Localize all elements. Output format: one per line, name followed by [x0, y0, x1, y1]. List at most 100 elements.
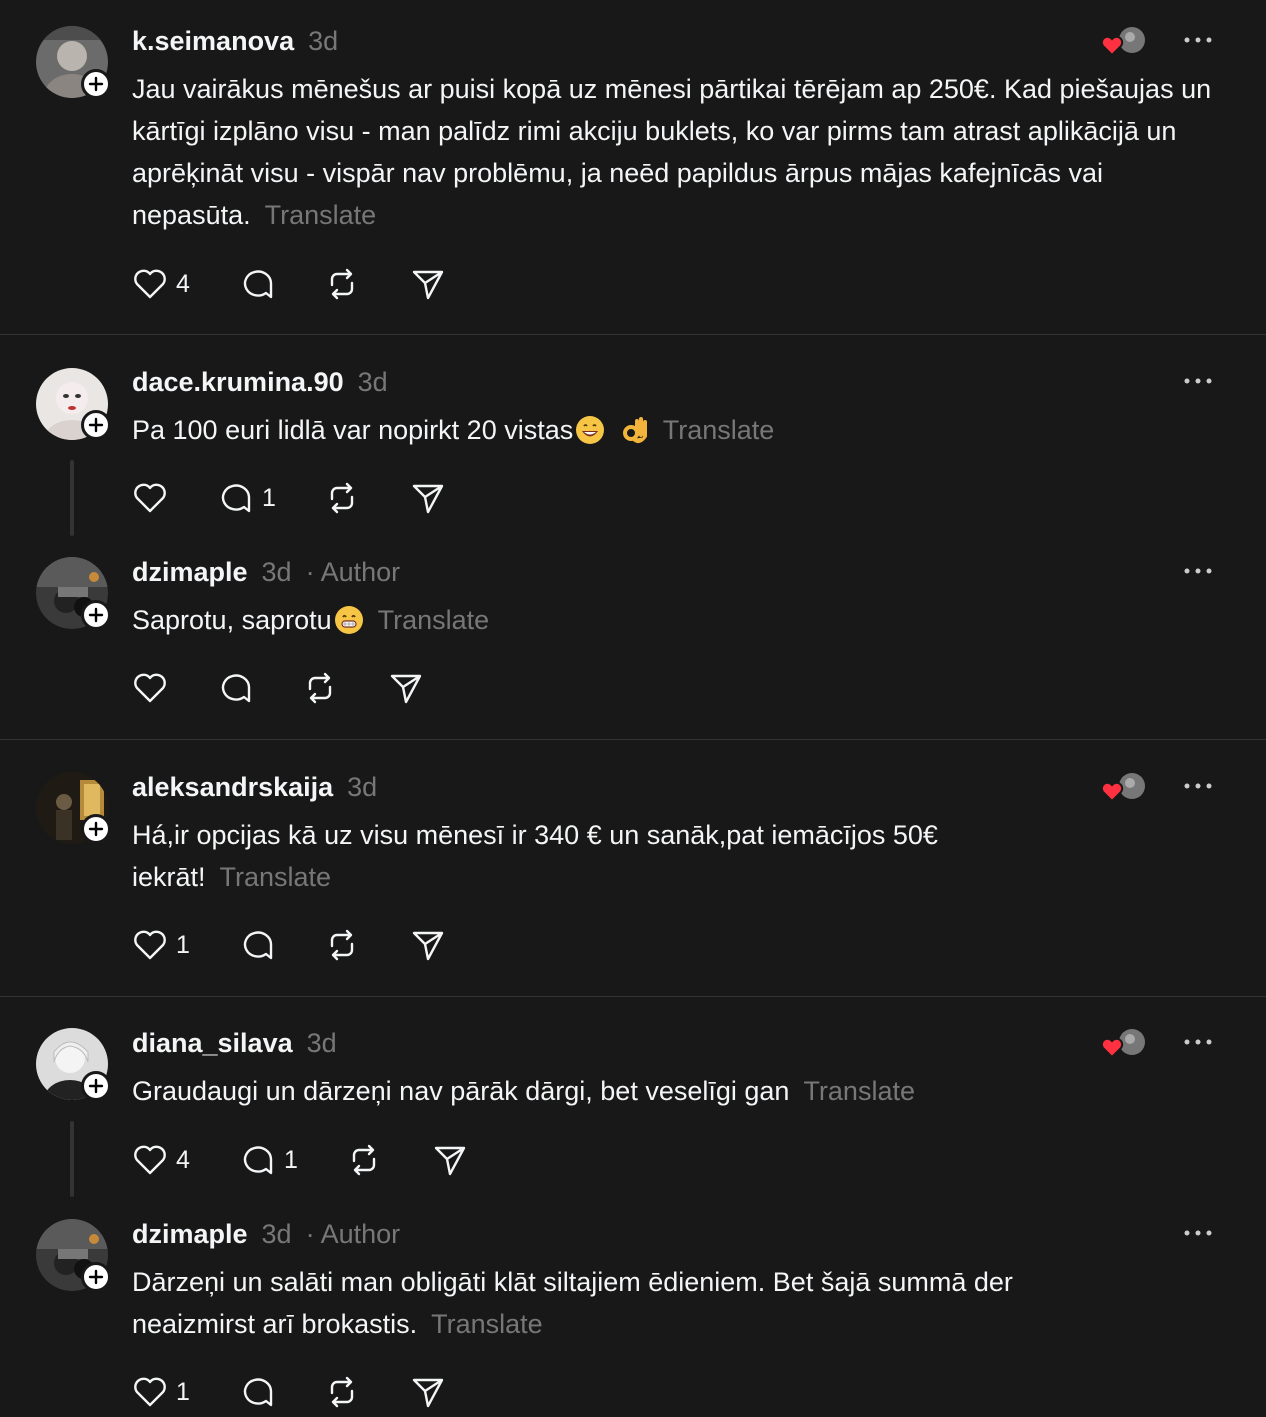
timestamp[interactable]: 3d — [308, 26, 338, 56]
repost-button[interactable] — [302, 670, 338, 706]
like-count: 4 — [176, 269, 190, 298]
like-button[interactable]: 4 — [132, 1142, 190, 1178]
username-row: aleksandrskaija 3d — [132, 772, 377, 803]
author-liked-indicator — [1100, 770, 1150, 804]
comment-icon — [243, 1146, 273, 1175]
repost-icon — [330, 1376, 354, 1408]
comment-button[interactable] — [240, 927, 276, 963]
heart-icon — [134, 930, 166, 960]
repost-icon — [330, 268, 354, 300]
post: dzimaple 3d · Author Dārzeņi un salāti man… — [0, 1197, 1266, 1417]
post: diana_silava 3d Graudaugi un dārzeņi nav … — [0, 997, 1266, 1197]
follow-plus-icon[interactable] — [81, 1071, 111, 1101]
post-text-content: Pa 100 euri lidlā var nopirkt 20 vistas — [132, 415, 574, 445]
username-row: dace.krumina.90 3d — [132, 367, 388, 398]
post-text: Pa 100 euri lidlā var nopirkt 20 vistas … — [132, 409, 1222, 457]
comment-button[interactable]: 1 — [218, 480, 276, 516]
author-badge: · Author — [305, 557, 401, 587]
timestamp[interactable]: 3d — [347, 772, 377, 802]
share-button[interactable] — [410, 1374, 446, 1410]
like-button[interactable] — [132, 480, 168, 516]
more-icon[interactable] — [1182, 1030, 1214, 1059]
share-button[interactable] — [410, 266, 446, 302]
like-button[interactable] — [132, 670, 168, 706]
timestamp[interactable]: 3d — [307, 1028, 337, 1058]
username[interactable]: aleksandrskaija — [132, 772, 333, 802]
more-icon[interactable] — [1182, 369, 1214, 398]
like-button[interactable]: 4 — [132, 266, 190, 302]
share-icon — [412, 270, 444, 300]
timestamp[interactable]: 3d — [262, 1219, 292, 1249]
follow-plus-icon[interactable] — [81, 410, 111, 440]
share-button[interactable] — [388, 670, 424, 706]
post-text-content: Dārzeņi un salāti man obligāti klāt silt… — [132, 1267, 1013, 1339]
more-icon[interactable] — [1182, 559, 1214, 588]
comment-button[interactable]: 1 — [240, 1142, 298, 1178]
share-icon — [412, 484, 444, 514]
translate-link[interactable]: Translate — [265, 200, 377, 230]
share-icon — [434, 1146, 466, 1176]
follow-plus-icon[interactable] — [81, 69, 111, 99]
repost-icon — [308, 672, 332, 704]
post: dzimaple 3d · Author Saprotu, saprotu Trans… — [0, 535, 1266, 738]
like-button[interactable]: 1 — [132, 927, 190, 963]
share-button[interactable] — [410, 480, 446, 516]
translate-link[interactable]: Translate — [663, 415, 775, 445]
share-icon — [390, 674, 422, 704]
username-row: diana_silava 3d — [132, 1028, 337, 1059]
post-text: Graudaugi un dārzeņi nav pārāk dārgi, be… — [132, 1070, 1222, 1112]
share-button[interactable] — [432, 1142, 468, 1178]
heart-icon — [134, 1145, 166, 1175]
heart-icon — [134, 1377, 166, 1407]
follow-plus-icon[interactable] — [81, 1262, 111, 1292]
comment-icon — [221, 484, 251, 513]
more-icon[interactable] — [1182, 1221, 1214, 1250]
username[interactable]: dzimaple — [132, 1219, 248, 1249]
thread-line — [70, 1121, 74, 1197]
translate-link[interactable]: Translate — [378, 605, 490, 635]
translate-link[interactable]: Translate — [431, 1309, 543, 1339]
repost-button[interactable] — [324, 480, 360, 516]
more-icon[interactable] — [1182, 28, 1214, 57]
comment-button[interactable] — [240, 266, 276, 302]
username[interactable]: dzimaple — [132, 557, 248, 587]
more-icon[interactable] — [1182, 774, 1214, 803]
repost-icon — [352, 1144, 376, 1176]
username[interactable]: dace.krumina.90 — [132, 367, 344, 397]
author-liked-indicator — [1100, 1026, 1150, 1060]
username[interactable]: diana_silava — [132, 1028, 293, 1058]
translate-link[interactable]: Translate — [220, 862, 332, 892]
timestamp[interactable]: 3d — [358, 367, 388, 397]
reply-count: 1 — [284, 1145, 298, 1174]
like-count: 1 — [176, 930, 190, 959]
translate-link[interactable]: Translate — [803, 1076, 915, 1106]
comment-icon — [243, 1378, 273, 1407]
post-text: Saprotu, saprotu Translate — [132, 599, 1222, 647]
like-count: 1 — [176, 1377, 190, 1406]
reply-count: 1 — [262, 483, 276, 512]
comment-icon — [221, 674, 251, 703]
username-row: dzimaple 3d · Author — [132, 1219, 400, 1250]
comment-button[interactable] — [218, 670, 254, 706]
repost-button[interactable] — [324, 927, 360, 963]
timestamp[interactable]: 3d — [262, 557, 292, 587]
comment-button[interactable] — [240, 1374, 276, 1410]
share-button[interactable] — [410, 927, 446, 963]
heart-icon — [134, 673, 166, 703]
like-button[interactable]: 1 — [132, 1374, 190, 1410]
repost-button[interactable] — [324, 1374, 360, 1410]
post-text-content: Graudaugi un dārzeņi nav pārāk dārgi, be… — [132, 1076, 790, 1106]
heart-icon — [134, 483, 166, 513]
ok-hand-emoji — [621, 415, 649, 457]
repost-button[interactable] — [346, 1142, 382, 1178]
comment-icon — [243, 270, 273, 299]
follow-plus-icon[interactable] — [81, 814, 111, 844]
repost-icon — [330, 482, 354, 514]
follow-plus-icon[interactable] — [81, 600, 111, 630]
author-badge: · Author — [305, 1219, 401, 1249]
comment-icon — [243, 931, 273, 960]
post-text: Dārzeņi un salāti man obligāti klāt silt… — [132, 1261, 1132, 1345]
username[interactable]: k.seimanova — [132, 26, 294, 56]
username-row: dzimaple 3d · Author — [132, 557, 400, 588]
repost-button[interactable] — [324, 266, 360, 302]
